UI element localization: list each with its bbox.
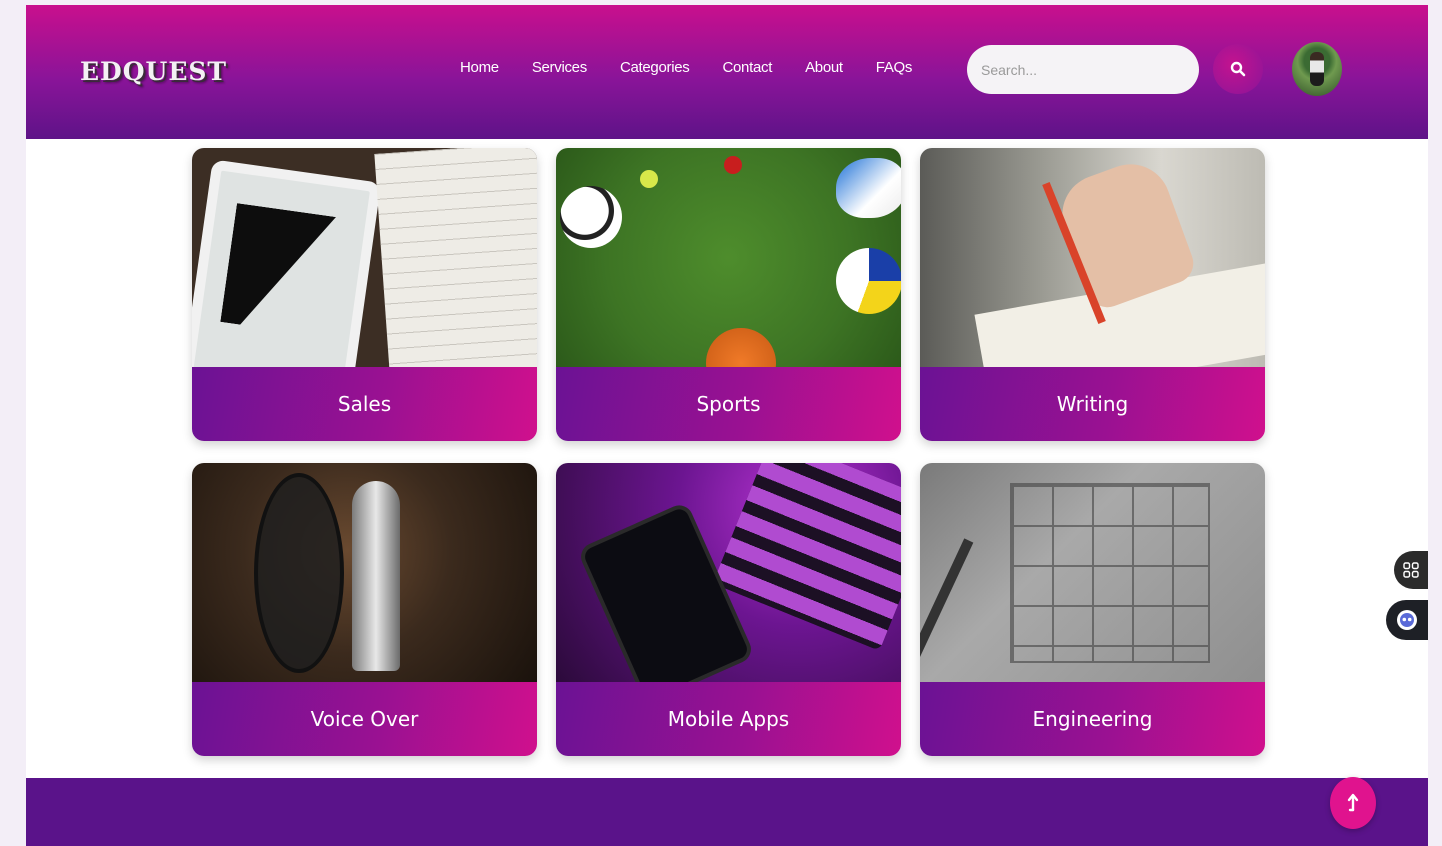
writing-image: [920, 148, 1265, 367]
arrow-up-icon: [1347, 793, 1359, 812]
notebook-illustration: [374, 148, 537, 367]
voice-over-image: [192, 463, 537, 682]
card-label: Engineering: [1032, 707, 1153, 731]
grid-icon: [1403, 562, 1419, 578]
pop-filter-illustration: [254, 473, 344, 673]
site-footer: [26, 778, 1428, 846]
category-grid: Sales Sports Writing Voice Over Mobile A…: [192, 148, 1265, 756]
site-logo[interactable]: EDQUEST: [80, 57, 227, 86]
page-frame: EDQUEST Home Services Categories Contact…: [26, 5, 1428, 846]
nav-contact[interactable]: Contact: [722, 59, 772, 76]
sports-image: [556, 148, 901, 367]
card-label: Sales: [337, 392, 392, 416]
basketball: [706, 328, 776, 367]
search-button[interactable]: [1213, 44, 1263, 94]
pencil-illustration: [920, 538, 974, 682]
chat-bot-icon: [1397, 610, 1417, 630]
card-label: Sports: [696, 392, 761, 416]
chat-widget-button[interactable]: [1386, 600, 1428, 640]
back-to-top-button[interactable]: [1330, 777, 1376, 829]
volleyball: [836, 248, 901, 314]
category-card-sales[interactable]: Sales: [192, 148, 537, 441]
card-label-bar: Sales: [192, 367, 537, 441]
tablet-illustration: [192, 159, 382, 367]
user-avatar[interactable]: [1292, 42, 1342, 96]
soccer-ball: [560, 186, 622, 248]
category-card-voice-over[interactable]: Voice Over: [192, 463, 537, 756]
category-card-writing[interactable]: Writing: [920, 148, 1265, 441]
avatar-figure: [1310, 52, 1324, 86]
nav-about[interactable]: About: [805, 59, 843, 76]
card-label-bar: Engineering: [920, 682, 1265, 756]
mobile-apps-image: [556, 463, 901, 682]
search-icon: [1230, 61, 1246, 77]
microphone-illustration: [352, 481, 400, 671]
nav-faqs[interactable]: FAQs: [876, 59, 913, 76]
category-card-engineering[interactable]: Engineering: [920, 463, 1265, 756]
nav-categories[interactable]: Categories: [620, 59, 690, 76]
search-input[interactable]: [967, 45, 1199, 94]
grid-widget-button[interactable]: [1394, 551, 1428, 589]
card-label-bar: Sports: [556, 367, 901, 441]
engineering-image: [920, 463, 1265, 682]
category-card-mobile-apps[interactable]: Mobile Apps: [556, 463, 901, 756]
card-label-bar: Mobile Apps: [556, 682, 901, 756]
main-nav: Home Services Categories Contact About F…: [460, 59, 945, 76]
cricket-ball: [724, 156, 742, 174]
card-label-bar: Voice Over: [192, 682, 537, 756]
sales-image: [192, 148, 537, 367]
card-label: Writing: [1056, 392, 1129, 416]
nav-services[interactable]: Services: [532, 59, 587, 76]
nav-home[interactable]: Home: [460, 59, 499, 76]
site-header: EDQUEST Home Services Categories Contact…: [26, 5, 1428, 139]
tennis-ball: [640, 170, 658, 188]
category-card-sports[interactable]: Sports: [556, 148, 901, 441]
card-label-bar: Writing: [920, 367, 1265, 441]
card-label: Voice Over: [310, 707, 419, 731]
rugby-ball: [836, 158, 901, 218]
card-label: Mobile Apps: [667, 707, 790, 731]
phone-illustration: [576, 500, 756, 682]
blueprint-sketch: [1010, 483, 1210, 663]
